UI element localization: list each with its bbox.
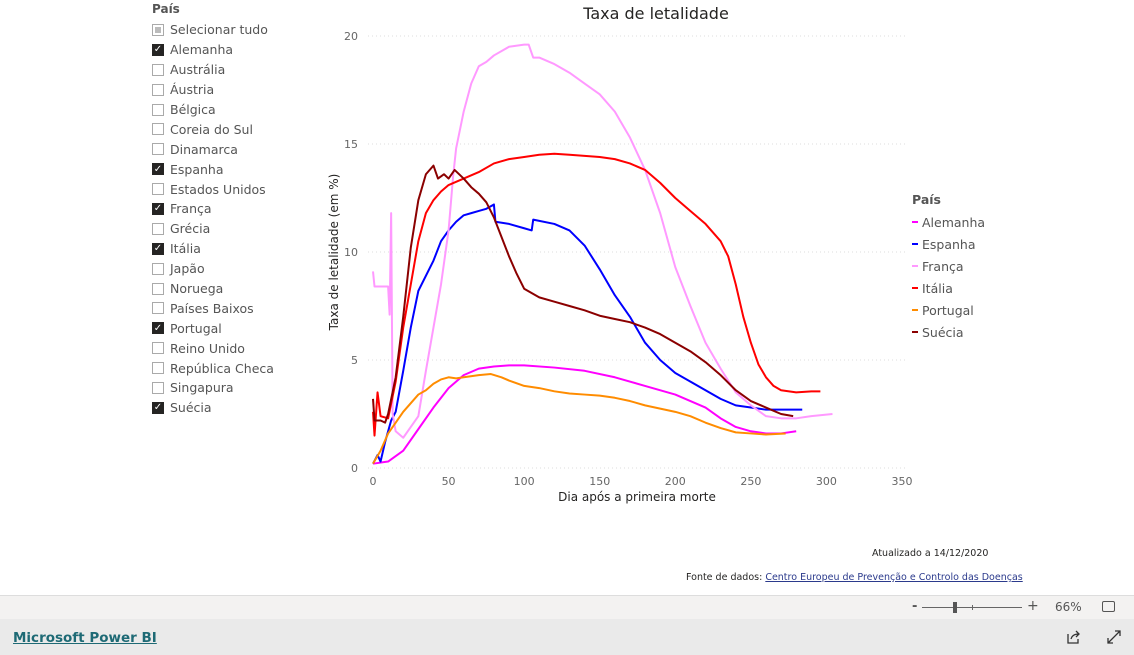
source-link[interactable]: Centro Europeu de Prevenção e Controlo d… [765,572,1022,583]
zoom-slider-thumb[interactable] [953,602,957,613]
zoom-slider[interactable] [922,602,1022,613]
fullscreen-icon[interactable] [1107,630,1121,644]
legend-label: Alemanha [922,214,986,230]
legend-swatch [912,331,918,333]
x-tick-label: 0 [370,475,377,488]
y-tick-label: 10 [344,246,358,259]
source-label: Fonte de dados: [686,572,766,583]
y-tick-label: 5 [351,354,358,367]
legend-label: Suécia [922,324,964,340]
y-tick-label: 15 [344,138,358,151]
fit-to-page-icon[interactable] [1102,601,1115,612]
power-bi-link[interactable]: Microsoft Power BI [13,630,157,646]
y-axis-label: Taxa de letalidade (em %) [327,174,341,332]
legend-label: França [922,258,964,274]
source-text: Fonte de dados: Centro Europeu de Preven… [686,572,1023,583]
x-tick-label: 350 [892,475,913,488]
series-line-alemanha [372,364,797,465]
share-icon[interactable] [1067,630,1081,644]
x-axis-label: Dia após a primeira morte [558,490,716,504]
legend-item[interactable]: Espanha [912,233,985,255]
legend-swatch [912,221,918,223]
legend-swatch [912,309,918,311]
zoom-level: 66% [1055,600,1082,614]
zoom-out-button[interactable]: - [912,599,917,614]
legend-item[interactable]: Alemanha [912,211,985,233]
y-tick-label: 0 [351,462,358,475]
x-tick-label: 50 [442,475,456,488]
x-tick-label: 100 [514,475,535,488]
updated-label: Atualizado a 14/12/2020 [872,548,989,559]
zoom-in-button[interactable]: + [1027,598,1039,614]
legend-title: País [912,192,941,207]
legend-item[interactable]: Suécia [912,321,985,343]
series-line-portugal [372,373,786,465]
series-line-espanha [372,203,803,465]
legend-item[interactable]: Portugal [912,299,985,321]
y-tick-label: 20 [344,30,358,43]
x-tick-label: 200 [665,475,686,488]
legend-label: Portugal [922,302,974,318]
legend-swatch [912,265,918,267]
bottom-bar: Microsoft Power BI [0,619,1134,655]
legend-label: Espanha [922,236,976,252]
chart-title: Taxa de letalidade [582,4,729,23]
x-tick-label: 250 [740,475,761,488]
legend-swatch [912,287,918,289]
zoom-bar: - + 66% [0,595,1134,620]
legend-swatch [912,243,918,245]
series-line-suécia [372,164,794,424]
legend-label: Itália [922,280,953,296]
legend: País Alemanha Espanha França Itália Portugal… [912,192,985,343]
x-tick-label: 300 [816,475,837,488]
legend-item[interactable]: Itália [912,277,985,299]
x-tick-label: 150 [589,475,610,488]
legend-item[interactable]: França [912,255,985,277]
